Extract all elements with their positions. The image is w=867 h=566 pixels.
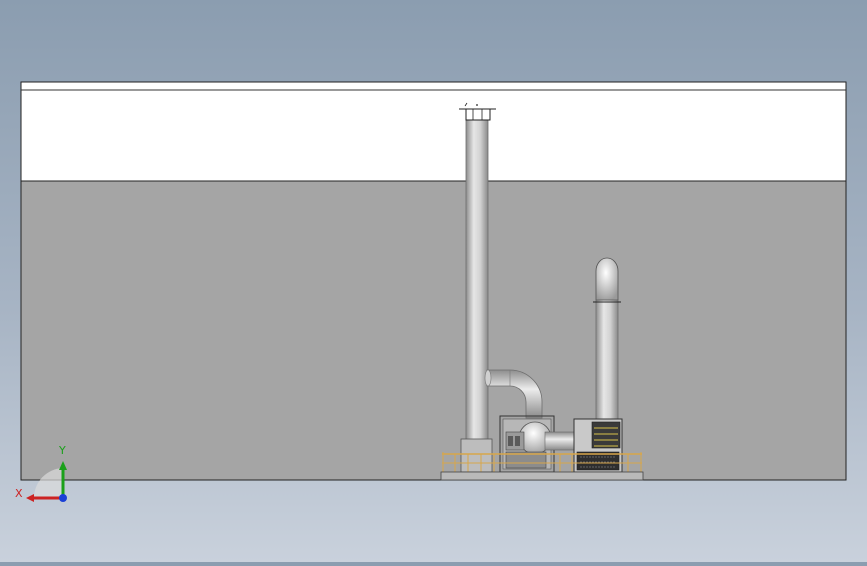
filter-cabinet [573,418,623,473]
z-axis-dot [59,494,67,502]
stack-base [460,438,493,473]
building-wall [20,81,847,481]
exhaust-stack-short [593,257,621,423]
wall-lower [20,180,847,481]
model-drawing: X Y [15,81,847,502]
wall-upper [20,81,847,182]
y-axis-label: Y [58,444,66,457]
x-axis-label: X [15,487,23,500]
cad-viewport[interactable]: X Y [0,0,867,562]
